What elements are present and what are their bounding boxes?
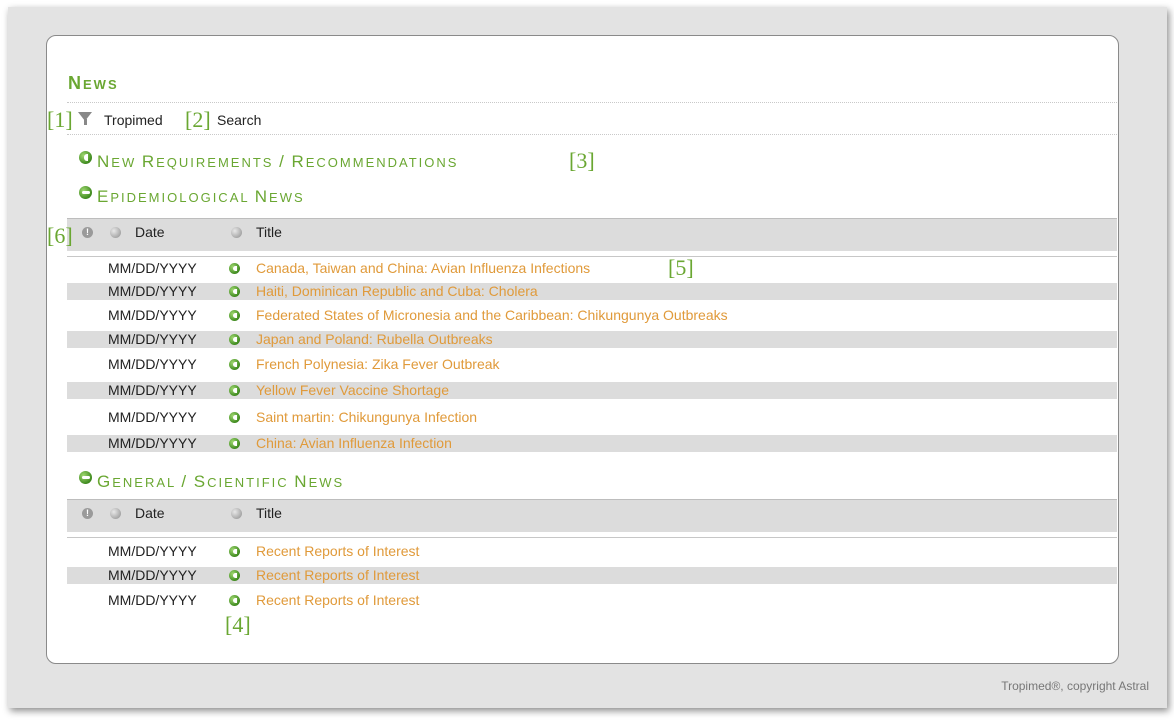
table-row: MM/DD/YYYY China: Avian Influenza Infect… xyxy=(67,435,1117,452)
column-header-date[interactable]: Date xyxy=(135,505,165,521)
filter-icon-stem xyxy=(84,119,87,125)
collapse-icon[interactable] xyxy=(79,186,92,199)
search-link[interactable]: Search xyxy=(217,112,261,128)
row-date: MM/DD/YYYY xyxy=(108,382,197,398)
news-link[interactable]: Haiti, Dominican Republic and Cuba: Chol… xyxy=(256,283,538,300)
sort-title-icon[interactable] xyxy=(231,227,242,238)
annotation-marker: [3] xyxy=(569,148,595,173)
news-link[interactable]: China: Avian Influenza Infection xyxy=(256,435,452,452)
row-date: MM/DD/YYYY xyxy=(108,356,197,372)
column-header-title[interactable]: Title xyxy=(256,505,282,521)
news-link[interactable]: French Polynesia: Zika Fever Outbreak xyxy=(256,356,500,373)
collapse-icon[interactable] xyxy=(79,471,92,484)
open-arrow-icon[interactable] xyxy=(229,334,240,345)
section-requirements[interactable]: NEW REQUIREMENTS / RECOMMENDATIONS xyxy=(97,152,458,172)
news-link[interactable]: Canada, Taiwan and China: Avian Influenz… xyxy=(256,260,590,277)
row-date: MM/DD/YYYY xyxy=(108,567,197,583)
row-date: MM/DD/YYYY xyxy=(108,592,197,608)
table-row: MM/DD/YYYY Saint martin: Chikungunya Inf… xyxy=(67,409,1117,426)
expand-icon[interactable] xyxy=(79,151,92,164)
table-header xyxy=(67,218,1117,251)
open-arrow-icon[interactable] xyxy=(229,263,240,274)
news-link[interactable]: Recent Reports of Interest xyxy=(256,567,419,584)
table-row: MM/DD/YYYY Canada, Taiwan and China: Avi… xyxy=(67,260,1117,277)
annotation-marker: [6] xyxy=(47,223,73,248)
open-arrow-icon[interactable] xyxy=(229,286,240,297)
divider xyxy=(67,537,1117,538)
news-link[interactable]: Japan and Poland: Rubella Outbreaks xyxy=(256,331,493,348)
row-date: MM/DD/YYYY xyxy=(108,409,197,425)
open-arrow-icon[interactable] xyxy=(229,546,240,557)
news-link[interactable]: Federated States of Micronesia and the C… xyxy=(256,307,728,324)
sort-date-icon[interactable] xyxy=(110,508,121,519)
sort-title-icon[interactable] xyxy=(231,508,242,519)
annotation-marker: [2] xyxy=(185,107,211,132)
open-arrow-icon[interactable] xyxy=(229,438,240,449)
table-header xyxy=(67,499,1117,532)
open-arrow-icon[interactable] xyxy=(229,595,240,606)
table-row: MM/DD/YYYY Japan and Poland: Rubella Out… xyxy=(67,331,1117,348)
section-epidemiological[interactable]: EPIDEMIOLOGICAL NEWS xyxy=(97,187,305,207)
open-arrow-icon[interactable] xyxy=(229,385,240,396)
news-link[interactable]: Recent Reports of Interest xyxy=(256,543,419,560)
divider xyxy=(67,102,1117,103)
annotation-marker: [4] xyxy=(225,612,251,637)
open-arrow-icon[interactable] xyxy=(229,359,240,370)
annotation-marker: [1] xyxy=(47,107,73,132)
copyright-text: Tropimed®, copyright Astral xyxy=(1001,679,1149,693)
row-date: MM/DD/YYYY xyxy=(108,435,197,451)
column-header-title[interactable]: Title xyxy=(256,224,282,240)
sort-date-icon[interactable] xyxy=(110,227,121,238)
column-header-date[interactable]: Date xyxy=(135,224,165,240)
row-date: MM/DD/YYYY xyxy=(108,283,197,299)
open-arrow-icon[interactable] xyxy=(229,310,240,321)
section-general[interactable]: GENERAL / SCIENTIFIC NEWS xyxy=(97,472,344,492)
news-link[interactable]: Recent Reports of Interest xyxy=(256,592,419,609)
row-date: MM/DD/YYYY xyxy=(108,307,197,323)
table-row: MM/DD/YYYY Recent Reports of Interest xyxy=(67,592,1117,609)
divider xyxy=(67,256,1117,257)
tropimed-filter-link[interactable]: Tropimed xyxy=(104,112,163,128)
table-row: MM/DD/YYYY Federated States of Micronesi… xyxy=(67,307,1117,324)
table-row: MM/DD/YYYY Recent Reports of Interest xyxy=(67,567,1117,584)
page-title: NEWS xyxy=(68,73,119,93)
open-arrow-icon[interactable] xyxy=(229,570,240,581)
table-row: MM/DD/YYYY Recent Reports of Interest xyxy=(67,543,1117,560)
table-row: MM/DD/YYYY Yellow Fever Vaccine Shortage xyxy=(67,382,1117,399)
news-link[interactable]: Saint martin: Chikungunya Infection xyxy=(256,409,477,426)
open-arrow-icon[interactable] xyxy=(229,412,240,423)
row-date: MM/DD/YYYY xyxy=(108,331,197,347)
annotation-marker: [5] xyxy=(668,255,694,280)
news-link[interactable]: Yellow Fever Vaccine Shortage xyxy=(256,382,449,399)
priority-icon[interactable]: ! xyxy=(82,508,93,519)
table-row: MM/DD/YYYY Haiti, Dominican Republic and… xyxy=(67,283,1117,300)
priority-icon[interactable]: ! xyxy=(82,227,93,238)
table-row: MM/DD/YYYY French Polynesia: Zika Fever … xyxy=(67,356,1117,373)
row-date: MM/DD/YYYY xyxy=(108,543,197,559)
row-date: MM/DD/YYYY xyxy=(108,260,197,276)
divider xyxy=(67,134,1117,135)
